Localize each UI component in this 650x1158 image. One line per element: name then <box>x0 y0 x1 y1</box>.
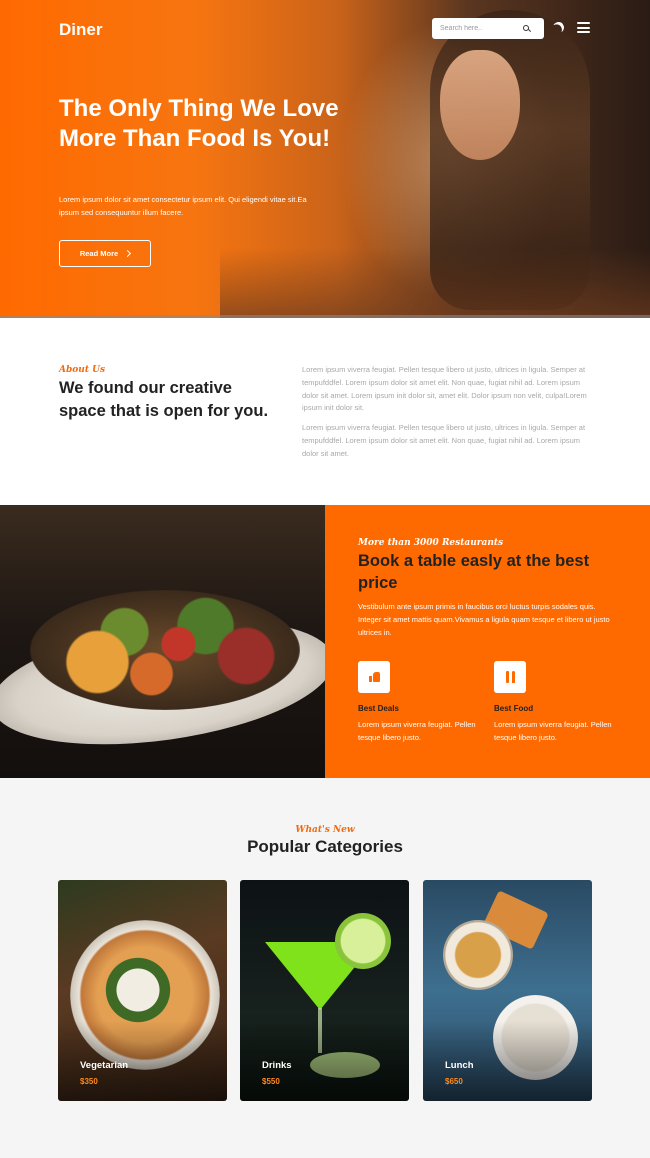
salad-shape <box>30 590 300 710</box>
card-name[interactable]: Vegetarian <box>80 1060 128 1071</box>
hero-section: Diner The Only Thing We Love More Than F… <box>0 0 650 318</box>
booking-section: More than 3000 Restaurants Book a table … <box>0 505 650 778</box>
salad-image <box>0 505 325 778</box>
hero-title: The Only Thing We Love More Than Food Is… <box>59 95 339 152</box>
categories-title: Popular Categories <box>247 837 403 856</box>
categories-section: What's New Popular Categories Vegetarian… <box>0 778 650 1158</box>
card-price: $350 <box>80 1077 98 1086</box>
thumbs-up-icon <box>368 672 380 682</box>
card-name[interactable]: Drinks <box>262 1060 292 1071</box>
feature-icon-box <box>358 661 390 693</box>
category-card-vegetarian[interactable]: Vegetarian $350 <box>58 880 227 1101</box>
about-section: About Us We found our creative space tha… <box>0 320 650 504</box>
about-label: About Us <box>59 365 106 375</box>
about-title: We found our creative space that is open… <box>59 379 269 420</box>
about-paragraph-2: Lorem ipsum viverra feugiat. Pellen tesq… <box>302 423 586 458</box>
card-price: $650 <box>445 1077 463 1086</box>
chevron-right-icon <box>124 249 132 258</box>
about-paragraph-1: Lorem ipsum viverra feugiat. Pellen tesq… <box>302 365 587 413</box>
feature-text: Lorem ipsum viverra feugiat. Pellen tesq… <box>358 720 476 742</box>
booking-text: Vestibulum ante ipsum primis in faucibus… <box>358 602 610 637</box>
booking-panel: More than 3000 Restaurants Book a table … <box>325 505 650 778</box>
hero-divider <box>0 315 650 318</box>
search-icon[interactable] <box>522 24 531 33</box>
menu-icon[interactable] <box>577 22 590 33</box>
lunch-image <box>443 920 513 990</box>
feature-best-food: Best Food Lorem ipsum viverra feugiat. P… <box>494 661 614 744</box>
categories-label: What's New <box>295 825 355 835</box>
site-logo[interactable]: Diner <box>59 20 102 40</box>
hero-image-table <box>220 248 650 318</box>
search-box[interactable] <box>432 18 544 39</box>
booking-label: More than 3000 Restaurants <box>358 538 504 548</box>
cutlery-icon <box>505 671 516 683</box>
search-input[interactable] <box>440 25 522 32</box>
category-card-drinks[interactable]: Drinks $550 <box>240 880 409 1101</box>
card-price: $550 <box>262 1077 280 1086</box>
read-more-label: Read More <box>79 249 119 258</box>
vegetarian-image-detail <box>98 955 178 1025</box>
category-card-lunch[interactable]: Lunch $650 <box>423 880 592 1101</box>
feature-best-deals: Best Deals Lorem ipsum viverra feugiat. … <box>358 661 478 744</box>
read-more-button[interactable]: Read More <box>59 240 151 267</box>
booking-title: Book a table easly at the best price <box>358 552 590 592</box>
drinks-image-lime <box>335 913 391 969</box>
feature-text: Lorem ipsum viverra feugiat. Pellen tesq… <box>494 720 612 742</box>
feature-icon-box <box>494 661 526 693</box>
card-name[interactable]: Lunch <box>445 1060 474 1071</box>
feature-title: Best Deals <box>358 704 399 713</box>
hero-image-face <box>440 50 520 160</box>
hero-text: Lorem ipsum dolor sit amet consectetur i… <box>59 195 307 217</box>
feature-title: Best Food <box>494 704 534 713</box>
